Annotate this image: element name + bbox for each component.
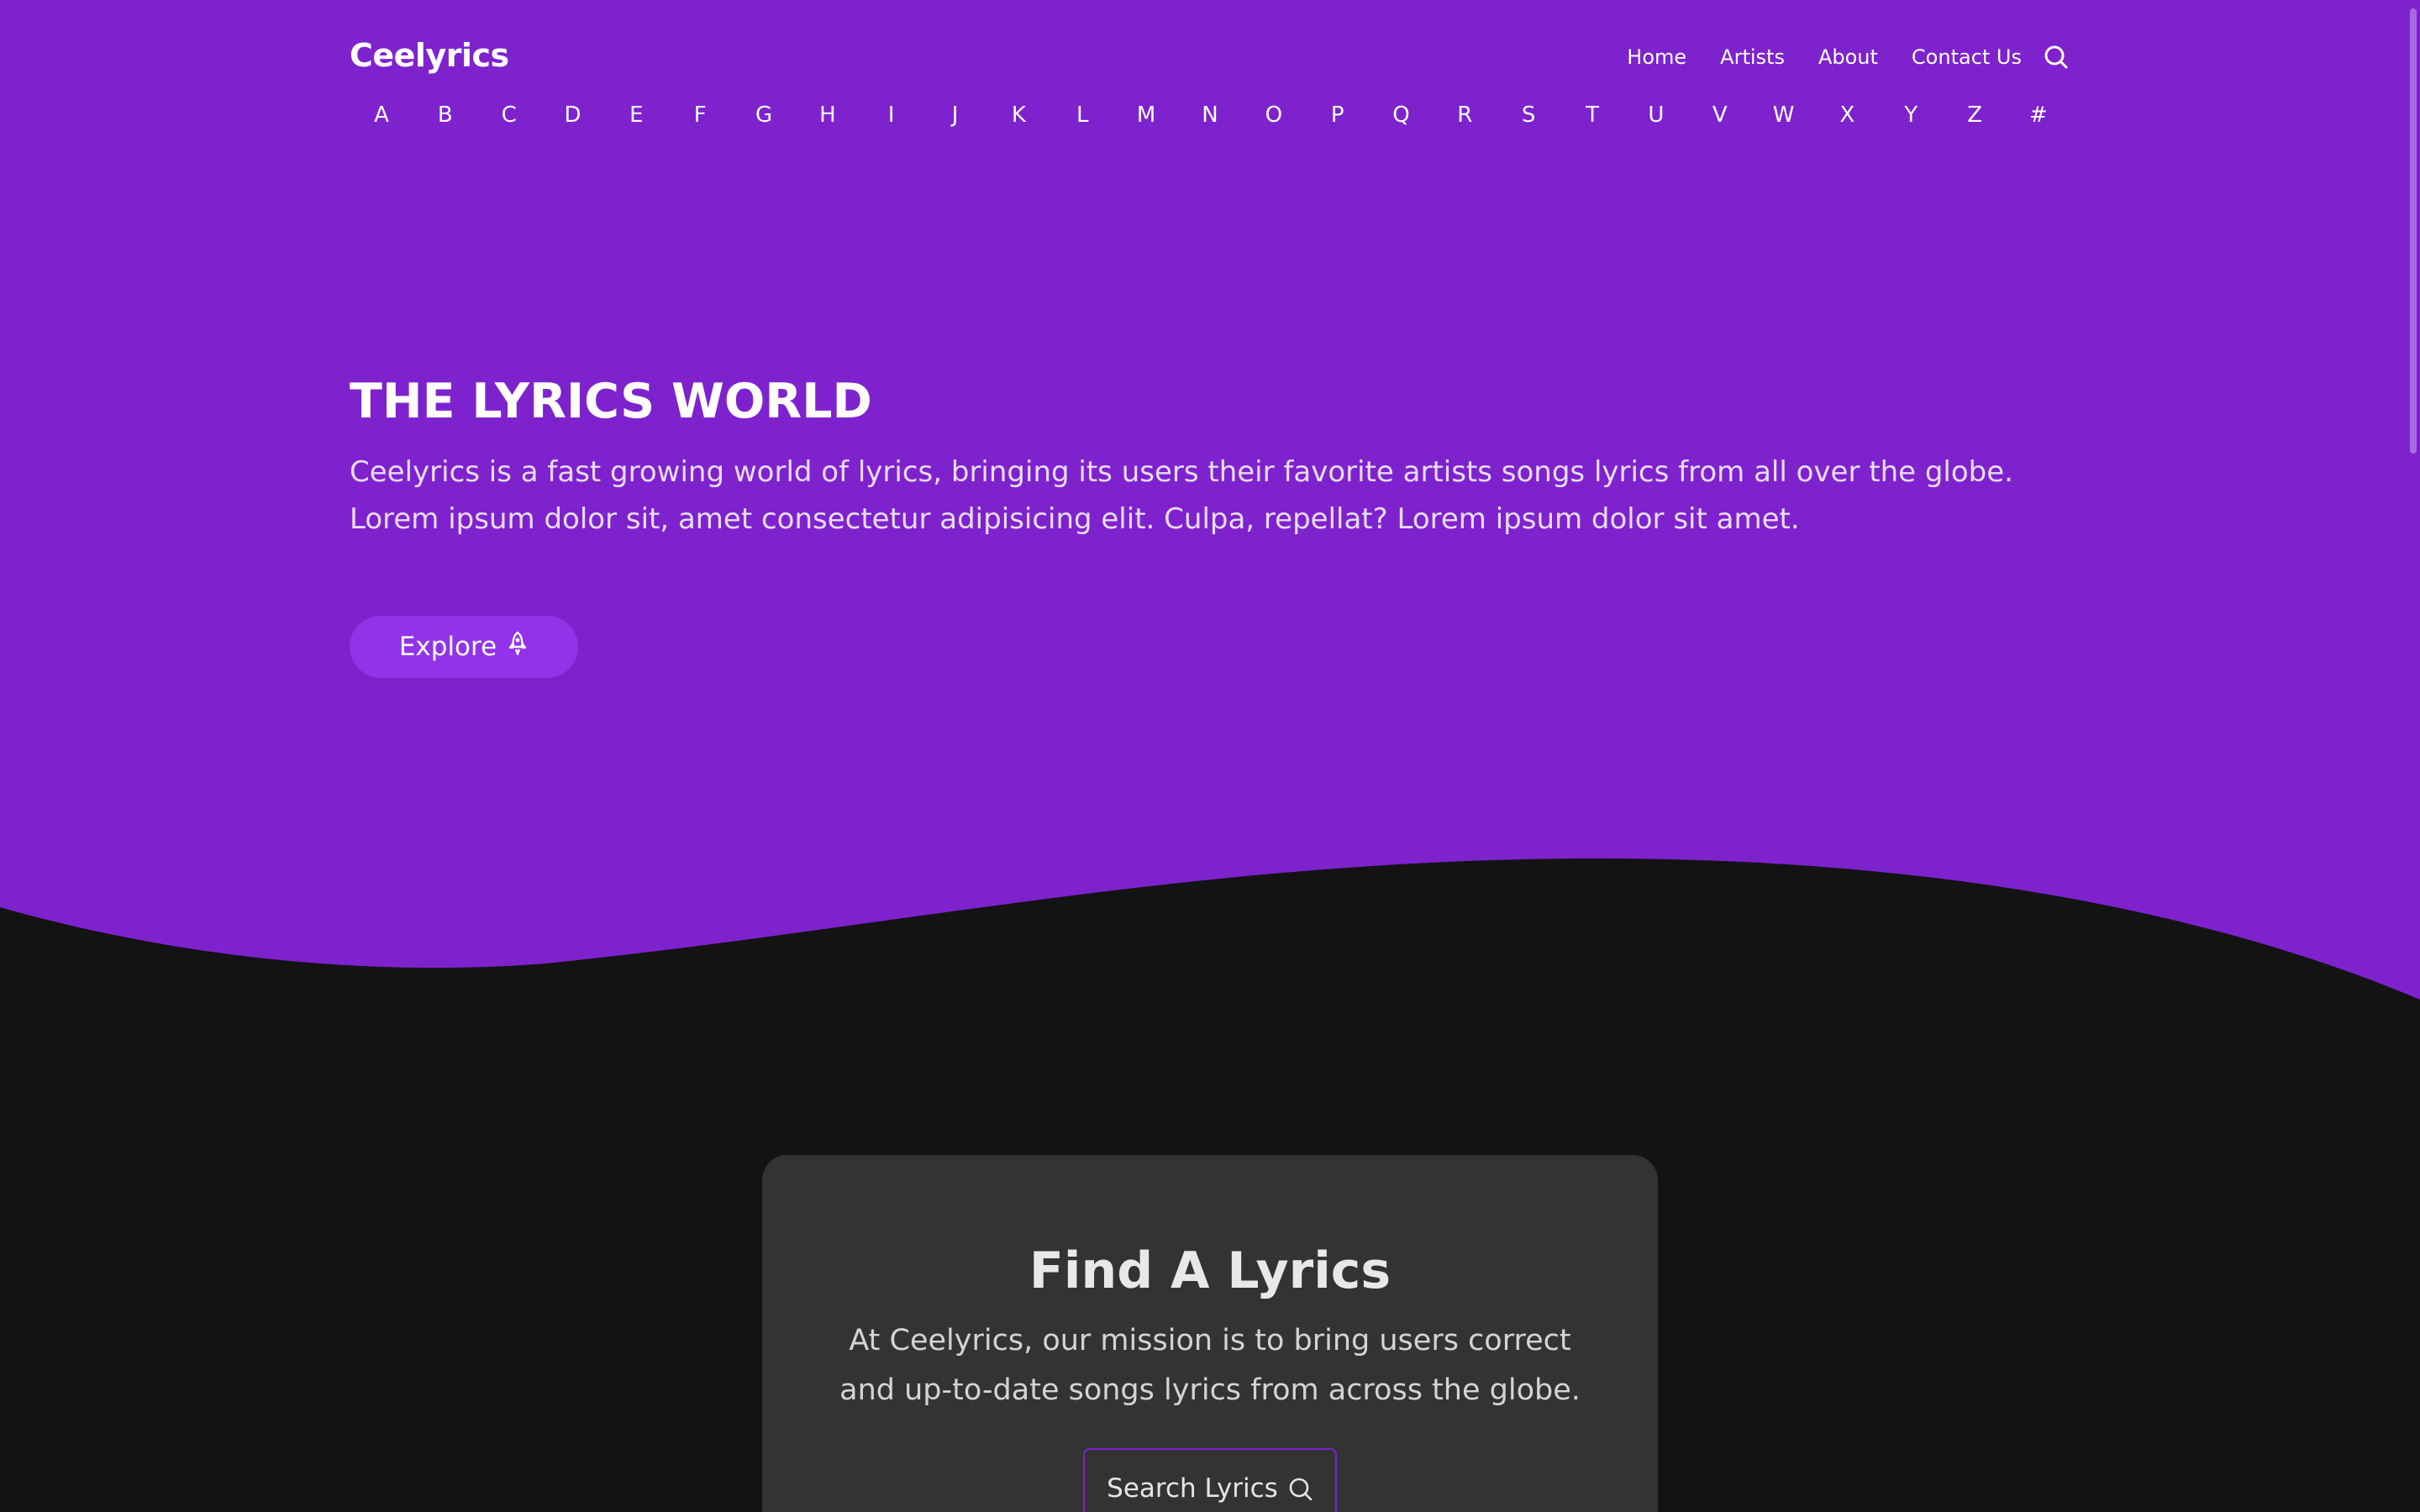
alphabet-letter-k[interactable]: K — [995, 94, 1042, 136]
search-lyrics-label: Search Lyrics — [1107, 1473, 1278, 1504]
search-lyrics-button[interactable]: Search Lyrics — [1083, 1448, 1337, 1512]
alphabet-letter-s[interactable]: S — [1505, 94, 1552, 136]
alphabet-letter-v[interactable]: V — [1697, 94, 1744, 136]
nav-link-artists[interactable]: Artists — [1720, 39, 1785, 76]
hero-description: Ceelyrics is a fast growing world of lyr… — [350, 455, 2013, 536]
find-lyrics-card: Find A Lyrics At Ceelyrics, our mission … — [762, 1155, 1658, 1512]
page-scrollbar[interactable] — [2405, 0, 2420, 1512]
hero-section: Ceelyrics Home Artists About Contact Us … — [0, 0, 2420, 1008]
explore-button[interactable]: Explore — [350, 616, 578, 678]
alphabet-letter-h[interactable]: H — [804, 94, 851, 136]
alphabet-letter-m[interactable]: M — [1123, 94, 1170, 136]
alphabet-letter-o[interactable]: O — [1250, 94, 1297, 136]
page: Ceelyrics Home Artists About Contact Us … — [0, 0, 2420, 1512]
brand-logo[interactable]: Ceelyrics — [350, 34, 509, 77]
alphabet-filter: A B C D E F G H I J K L M N O P Q R S T U V W X Y Z # — [350, 94, 2070, 136]
search-icon[interactable] — [2042, 43, 2070, 71]
search-icon — [1288, 1473, 1313, 1509]
explore-button-label: Explore — [398, 632, 497, 662]
alphabet-letter-g[interactable]: G — [740, 94, 787, 136]
alphabet-letter-hash[interactable]: # — [2015, 94, 2062, 136]
alphabet-letter-q[interactable]: Q — [1378, 94, 1425, 136]
alphabet-letter-f[interactable]: F — [676, 94, 723, 136]
main-nav: Home Artists About Contact Us — [1593, 39, 2070, 76]
alphabet-letter-b[interactable]: B — [422, 94, 469, 136]
alphabet-letter-z[interactable]: Z — [1951, 94, 1998, 136]
scrollbar-thumb[interactable] — [2410, 8, 2417, 454]
alphabet-letter-j[interactable]: J — [932, 94, 979, 136]
hero-title: THE LYRICS WORLD — [350, 374, 872, 429]
alphabet-letter-u[interactable]: U — [1633, 94, 1680, 136]
alphabet-letter-i[interactable]: I — [868, 94, 915, 136]
alphabet-letter-c[interactable]: C — [486, 94, 533, 136]
alphabet-letter-a[interactable]: A — [358, 94, 405, 136]
alphabet-letter-r[interactable]: R — [1441, 94, 1488, 136]
rocket-icon — [507, 631, 529, 663]
alphabet-letter-e[interactable]: E — [613, 94, 660, 136]
alphabet-letter-t[interactable]: T — [1569, 94, 1616, 136]
alphabet-letter-w[interactable]: W — [1760, 94, 1807, 136]
find-lyrics-description: At Ceelyrics, our mission is to bring us… — [839, 1324, 1581, 1407]
nav-link-about[interactable]: About — [1818, 39, 1878, 76]
find-lyrics-title: Find A Lyrics — [1028, 1242, 1392, 1300]
nav-link-home[interactable]: Home — [1627, 39, 1686, 76]
nav-link-contact-us[interactable]: Contact Us — [1912, 39, 2022, 76]
alphabet-letter-n[interactable]: N — [1186, 94, 1234, 136]
alphabet-letter-x[interactable]: X — [1823, 94, 1870, 136]
alphabet-letter-p[interactable]: P — [1314, 94, 1361, 136]
alphabet-letter-d[interactable]: D — [550, 94, 597, 136]
alphabet-letter-y[interactable]: Y — [1887, 94, 1934, 136]
alphabet-letter-l[interactable]: L — [1059, 94, 1106, 136]
